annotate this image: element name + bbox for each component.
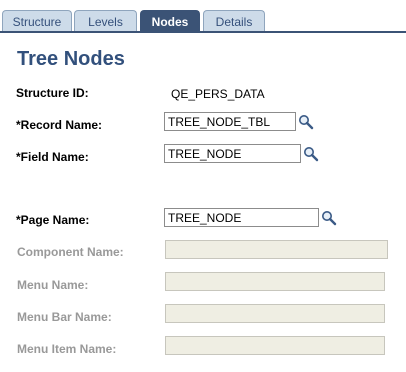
field-name-label: *Field Name:	[16, 150, 89, 164]
page-name-lookup-icon[interactable]	[321, 210, 337, 226]
structure-id-value: QE_PERS_DATA	[171, 87, 265, 101]
page-name-field[interactable]: TREE_NODE	[164, 208, 319, 227]
tab-details[interactable]: Details	[203, 10, 265, 32]
menu-bar-name-field	[165, 304, 385, 323]
menu-item-name-label: Menu Item Name:	[17, 342, 117, 356]
component-name-field	[165, 240, 388, 259]
menu-name-field	[165, 272, 385, 291]
record-name-label: *Record Name:	[16, 118, 103, 132]
record-name-field[interactable]: TREE_NODE_TBL	[164, 112, 296, 131]
tab-bar: Structure Levels Nodes Details	[0, 0, 406, 33]
tab-divider	[0, 31, 406, 33]
field-name-field[interactable]: TREE_NODE	[164, 144, 301, 163]
menu-name-label: Menu Name:	[17, 278, 89, 292]
field-name-lookup-icon[interactable]	[303, 146, 319, 162]
component-name-label: Component Name:	[17, 245, 124, 259]
tab-structure[interactable]: Structure	[2, 10, 72, 32]
structure-id-label: Structure ID:	[16, 86, 89, 100]
menu-item-name-field	[165, 336, 385, 355]
tab-nodes[interactable]: Nodes	[140, 10, 200, 32]
menu-bar-name-label: Menu Bar Name:	[17, 310, 112, 324]
record-name-lookup-icon[interactable]	[298, 114, 314, 130]
page-title: Tree Nodes	[17, 48, 125, 70]
tab-levels[interactable]: Levels	[74, 10, 137, 32]
page-name-label: *Page Name:	[16, 213, 90, 227]
